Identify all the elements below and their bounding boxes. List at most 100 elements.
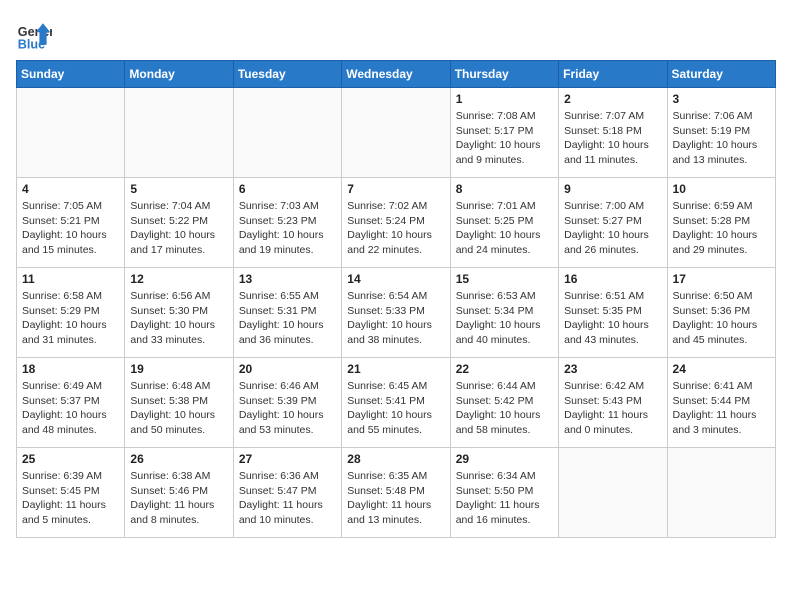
day-number: 18 [22, 362, 119, 376]
day-number: 26 [130, 452, 227, 466]
calendar-cell: 8 Sunrise: 7:01 AM Sunset: 5:25 PM Daylig… [450, 178, 558, 268]
calendar-cell [667, 448, 775, 538]
day-number: 22 [456, 362, 553, 376]
week-row-4: 18 Sunrise: 6:49 AM Sunset: 5:37 PM Dayli… [17, 358, 776, 448]
calendar-cell: 19 Sunrise: 6:48 AM Sunset: 5:38 PM Dayli… [125, 358, 233, 448]
calendar-cell: 12 Sunrise: 6:56 AM Sunset: 5:30 PM Dayli… [125, 268, 233, 358]
day-header-saturday: Saturday [667, 61, 775, 88]
day-number: 2 [564, 92, 661, 106]
calendar-cell [559, 448, 667, 538]
calendar-cell: 26 Sunrise: 6:38 AM Sunset: 5:46 PM Dayli… [125, 448, 233, 538]
calendar-cell: 13 Sunrise: 6:55 AM Sunset: 5:31 PM Dayli… [233, 268, 341, 358]
day-number: 19 [130, 362, 227, 376]
day-info: Sunrise: 7:02 AM Sunset: 5:24 PM Dayligh… [347, 199, 444, 258]
calendar-cell: 21 Sunrise: 6:45 AM Sunset: 5:41 PM Dayli… [342, 358, 450, 448]
day-info: Sunrise: 6:39 AM Sunset: 5:45 PM Dayligh… [22, 469, 119, 528]
logo: General Blue [16, 16, 52, 52]
day-info: Sunrise: 6:50 AM Sunset: 5:36 PM Dayligh… [673, 289, 770, 348]
day-number: 1 [456, 92, 553, 106]
day-header-friday: Friday [559, 61, 667, 88]
calendar-cell: 1Sunrise: 7:08 AM Sunset: 5:17 PM Daylig… [450, 88, 558, 178]
day-number: 3 [673, 92, 770, 106]
day-number: 7 [347, 182, 444, 196]
day-info: Sunrise: 7:07 AM Sunset: 5:18 PM Dayligh… [564, 109, 661, 168]
day-number: 28 [347, 452, 444, 466]
day-number: 6 [239, 182, 336, 196]
calendar-cell: 23Sunrise: 6:42 AM Sunset: 5:43 PM Dayli… [559, 358, 667, 448]
day-info: Sunrise: 6:46 AM Sunset: 5:39 PM Dayligh… [239, 379, 336, 438]
day-info: Sunrise: 6:53 AM Sunset: 5:34 PM Dayligh… [456, 289, 553, 348]
day-number: 16 [564, 272, 661, 286]
calendar-cell: 9 Sunrise: 7:00 AM Sunset: 5:27 PM Daylig… [559, 178, 667, 268]
calendar-cell: 6 Sunrise: 7:03 AM Sunset: 5:23 PM Daylig… [233, 178, 341, 268]
calendar-cell: 28 Sunrise: 6:35 AM Sunset: 5:48 PM Dayli… [342, 448, 450, 538]
calendar-cell: 7 Sunrise: 7:02 AM Sunset: 5:24 PM Daylig… [342, 178, 450, 268]
calendar-cell [342, 88, 450, 178]
calendar-cell: 24 Sunrise: 6:41 AM Sunset: 5:44 PM Dayli… [667, 358, 775, 448]
day-number: 10 [673, 182, 770, 196]
calendar-cell [233, 88, 341, 178]
week-row-1: 1Sunrise: 7:08 AM Sunset: 5:17 PM Daylig… [17, 88, 776, 178]
calendar-cell: 18 Sunrise: 6:49 AM Sunset: 5:37 PM Dayli… [17, 358, 125, 448]
calendar-cell: 25 Sunrise: 6:39 AM Sunset: 5:45 PM Dayli… [17, 448, 125, 538]
day-number: 29 [456, 452, 553, 466]
day-info: Sunrise: 6:38 AM Sunset: 5:46 PM Dayligh… [130, 469, 227, 528]
calendar-cell: 16 Sunrise: 6:51 AM Sunset: 5:35 PM Dayli… [559, 268, 667, 358]
day-header-tuesday: Tuesday [233, 61, 341, 88]
day-number: 20 [239, 362, 336, 376]
day-info: Sunrise: 6:45 AM Sunset: 5:41 PM Dayligh… [347, 379, 444, 438]
day-number: 13 [239, 272, 336, 286]
day-info: Sunrise: 6:55 AM Sunset: 5:31 PM Dayligh… [239, 289, 336, 348]
calendar-cell: 2 Sunrise: 7:07 AM Sunset: 5:18 PM Daylig… [559, 88, 667, 178]
day-header-thursday: Thursday [450, 61, 558, 88]
day-info: Sunrise: 6:34 AM Sunset: 5:50 PM Dayligh… [456, 469, 553, 528]
day-header-sunday: Sunday [17, 61, 125, 88]
day-number: 4 [22, 182, 119, 196]
day-number: 12 [130, 272, 227, 286]
day-info: Sunrise: 6:36 AM Sunset: 5:47 PM Dayligh… [239, 469, 336, 528]
day-number: 17 [673, 272, 770, 286]
day-info: Sunrise: 6:59 AM Sunset: 5:28 PM Dayligh… [673, 199, 770, 258]
day-info: Sunrise: 6:42 AM Sunset: 5:43 PM Dayligh… [564, 379, 661, 438]
day-info: Sunrise: 6:35 AM Sunset: 5:48 PM Dayligh… [347, 469, 444, 528]
calendar-cell: 14 Sunrise: 6:54 AM Sunset: 5:33 PM Dayli… [342, 268, 450, 358]
week-row-3: 11Sunrise: 6:58 AM Sunset: 5:29 PM Dayli… [17, 268, 776, 358]
calendar-cell: 22Sunrise: 6:44 AM Sunset: 5:42 PM Dayli… [450, 358, 558, 448]
logo-icon: General Blue [16, 16, 52, 52]
calendar-cell [125, 88, 233, 178]
day-header-monday: Monday [125, 61, 233, 88]
calendar-cell [17, 88, 125, 178]
day-info: Sunrise: 6:51 AM Sunset: 5:35 PM Dayligh… [564, 289, 661, 348]
day-info: Sunrise: 6:56 AM Sunset: 5:30 PM Dayligh… [130, 289, 227, 348]
calendar-table: SundayMondayTuesdayWednesdayThursdayFrid… [16, 60, 776, 538]
calendar-cell: 10 Sunrise: 6:59 AM Sunset: 5:28 PM Dayli… [667, 178, 775, 268]
calendar-cell: 27Sunrise: 6:36 AM Sunset: 5:47 PM Dayli… [233, 448, 341, 538]
day-number: 25 [22, 452, 119, 466]
day-number: 9 [564, 182, 661, 196]
calendar-cell: 17 Sunrise: 6:50 AM Sunset: 5:36 PM Dayli… [667, 268, 775, 358]
calendar-cell: 3 Sunrise: 7:06 AM Sunset: 5:19 PM Daylig… [667, 88, 775, 178]
day-number: 21 [347, 362, 444, 376]
day-info: Sunrise: 6:48 AM Sunset: 5:38 PM Dayligh… [130, 379, 227, 438]
day-number: 15 [456, 272, 553, 286]
calendar-cell: 20 Sunrise: 6:46 AM Sunset: 5:39 PM Dayli… [233, 358, 341, 448]
day-info: Sunrise: 7:00 AM Sunset: 5:27 PM Dayligh… [564, 199, 661, 258]
day-info: Sunrise: 6:49 AM Sunset: 5:37 PM Dayligh… [22, 379, 119, 438]
week-row-5: 25 Sunrise: 6:39 AM Sunset: 5:45 PM Dayli… [17, 448, 776, 538]
day-header-wednesday: Wednesday [342, 61, 450, 88]
day-info: Sunrise: 6:41 AM Sunset: 5:44 PM Dayligh… [673, 379, 770, 438]
calendar-cell: 11Sunrise: 6:58 AM Sunset: 5:29 PM Dayli… [17, 268, 125, 358]
day-number: 8 [456, 182, 553, 196]
calendar-cell: 15 Sunrise: 6:53 AM Sunset: 5:34 PM Dayli… [450, 268, 558, 358]
page-header: General Blue [16, 16, 776, 52]
day-info: Sunrise: 7:01 AM Sunset: 5:25 PM Dayligh… [456, 199, 553, 258]
day-number: 24 [673, 362, 770, 376]
week-row-2: 4Sunrise: 7:05 AM Sunset: 5:21 PM Daylig… [17, 178, 776, 268]
day-number: 5 [130, 182, 227, 196]
day-info: Sunrise: 7:03 AM Sunset: 5:23 PM Dayligh… [239, 199, 336, 258]
calendar-header-row: SundayMondayTuesdayWednesdayThursdayFrid… [17, 61, 776, 88]
day-info: Sunrise: 6:54 AM Sunset: 5:33 PM Dayligh… [347, 289, 444, 348]
day-number: 14 [347, 272, 444, 286]
day-info: Sunrise: 7:06 AM Sunset: 5:19 PM Dayligh… [673, 109, 770, 168]
day-info: Sunrise: 7:04 AM Sunset: 5:22 PM Dayligh… [130, 199, 227, 258]
